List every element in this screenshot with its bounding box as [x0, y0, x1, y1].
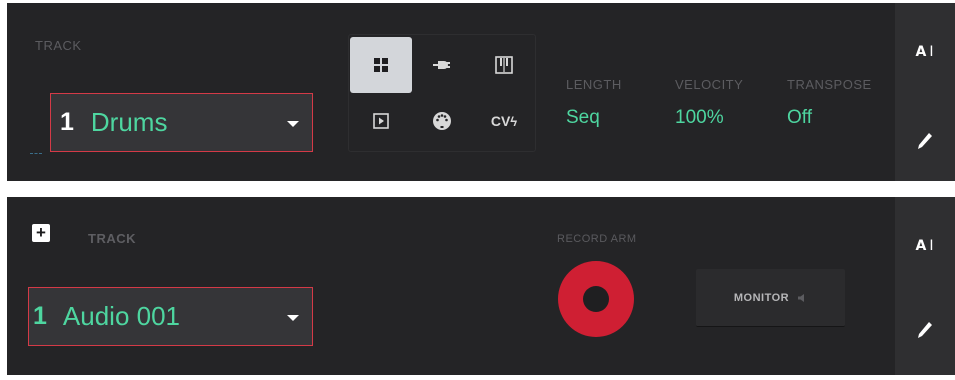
cv-icon: CVϟ: [490, 113, 518, 129]
track-type-grid: CVϟ: [348, 34, 536, 152]
pencil-icon: [918, 133, 932, 149]
cv-button[interactable]: CVϟ: [473, 93, 535, 149]
clip-button[interactable]: [350, 93, 412, 149]
track-panel-audio: + TRACK 1 Audio 001 RECORD ARM MONITOR A…: [7, 197, 955, 375]
track-name: Audio 001: [62, 301, 181, 331]
pencil-icon: [918, 322, 932, 338]
rename-button[interactable]: AΙ: [895, 226, 955, 266]
track-selector[interactable]: 1 Audio 001: [28, 287, 313, 346]
keygroup-button[interactable]: [473, 37, 535, 93]
edit-button[interactable]: [895, 310, 955, 350]
plugin-button[interactable]: [411, 37, 473, 93]
record-arm-button[interactable]: [558, 261, 634, 337]
record-arm-label: RECORD ARM: [557, 233, 637, 245]
speaker-icon: [798, 293, 805, 302]
edit-button[interactable]: [895, 121, 955, 161]
scroll-indicator: [30, 153, 42, 154]
track-label: TRACK: [88, 231, 136, 246]
chevron-down-icon: [287, 314, 299, 321]
track-selector[interactable]: 1 Drums: [50, 93, 313, 152]
midi-icon: [433, 112, 451, 130]
clip-icon: [373, 113, 389, 129]
transpose-value[interactable]: Off: [787, 107, 812, 129]
midi-button[interactable]: [411, 93, 473, 149]
track-number: 1: [33, 302, 47, 330]
side-toolbar: AΙ: [895, 197, 955, 375]
add-track-button[interactable]: +: [32, 224, 50, 242]
rename-letter: A: [915, 238, 928, 254]
rename-icon: AΙ: [915, 238, 935, 254]
keygroup-icon: [495, 56, 513, 74]
track-number: 1: [60, 108, 74, 136]
rename-icon: AΙ: [915, 44, 935, 60]
track-label: TRACK: [35, 38, 82, 53]
transpose-label: TRANSPOSE: [787, 77, 872, 92]
chevron-down-icon: [287, 120, 299, 127]
monitor-button[interactable]: MONITOR: [696, 269, 845, 327]
record-icon: [583, 286, 609, 312]
plugin-icon: [433, 61, 450, 69]
velocity-value[interactable]: 100%: [675, 107, 724, 129]
drum-program-button[interactable]: [350, 37, 412, 93]
track-panel-drums: TRACK 1 Drums CVϟ LENGTH Seq VELOCITY 10…: [7, 3, 955, 181]
rename-letter: A: [915, 44, 928, 60]
track-name: Drums: [90, 107, 168, 137]
plus-icon: +: [36, 223, 46, 242]
side-toolbar: AΙ: [895, 3, 955, 181]
length-label: LENGTH: [566, 77, 622, 92]
drum-program-icon: [374, 58, 388, 72]
rename-button[interactable]: AΙ: [895, 32, 955, 72]
cv-label: CV: [490, 113, 511, 129]
length-value[interactable]: Seq: [566, 107, 600, 129]
velocity-label: VELOCITY: [675, 77, 744, 92]
monitor-label: MONITOR: [733, 291, 790, 304]
